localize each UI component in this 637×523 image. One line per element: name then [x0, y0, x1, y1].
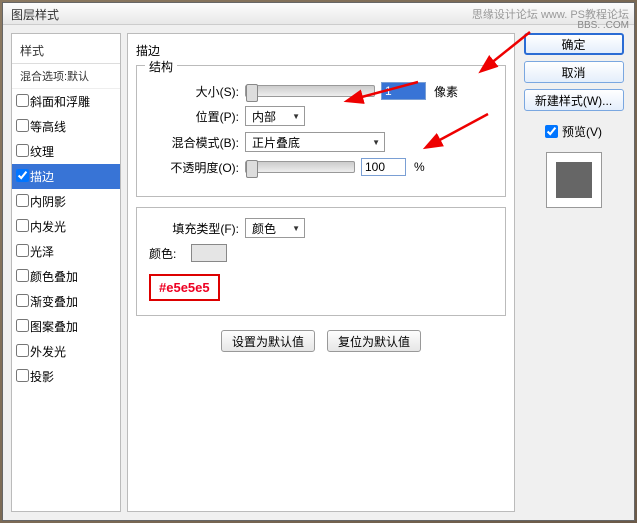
- style-item-9[interactable]: 图案叠加: [12, 314, 120, 339]
- ok-button[interactable]: 确定: [524, 33, 624, 55]
- style-item-4[interactable]: 内阴影: [12, 189, 120, 214]
- style-list-panel: 样式 混合选项:默认 斜面和浮雕等高线纹理描边内阴影内发光光泽颜色叠加渐变叠加图…: [11, 33, 121, 512]
- size-slider[interactable]: [245, 85, 375, 97]
- preview-label: 预览(V): [562, 123, 602, 140]
- style-checkbox-6[interactable]: [16, 244, 29, 257]
- style-checkbox-1[interactable]: [16, 119, 29, 132]
- style-checkbox-10[interactable]: [16, 344, 29, 357]
- dialog-buttons-panel: 确定 取消 新建样式(W)... 预览(V): [521, 33, 626, 512]
- watermark-text-2: BBS. .COM: [577, 20, 629, 31]
- style-checkbox-5[interactable]: [16, 219, 29, 232]
- style-label: 颜色叠加: [30, 270, 78, 284]
- style-checkbox-9[interactable]: [16, 319, 29, 332]
- style-item-10[interactable]: 外发光: [12, 339, 120, 364]
- style-item-11[interactable]: 投影: [12, 364, 120, 389]
- color-swatch[interactable]: [191, 244, 227, 262]
- style-label: 光泽: [30, 245, 54, 259]
- style-item-3[interactable]: 描边: [12, 164, 120, 189]
- fill-fieldset: 填充类型(F): 颜色 颜色: #e5e5e5: [136, 207, 506, 316]
- layer-style-dialog: 图层样式 样式 混合选项:默认 斜面和浮雕等高线纹理描边内阴影内发光光泽颜色叠加…: [2, 2, 635, 521]
- style-checkbox-3[interactable]: [16, 169, 29, 182]
- style-label: 斜面和浮雕: [30, 95, 90, 109]
- set-default-button[interactable]: 设置为默认值: [221, 330, 315, 352]
- style-label: 内阴影: [30, 195, 66, 209]
- opacity-slider[interactable]: [245, 161, 355, 173]
- style-checkbox-0[interactable]: [16, 94, 29, 107]
- blend-mode-select[interactable]: 正片叠底: [245, 132, 385, 152]
- opacity-unit: %: [414, 160, 425, 174]
- new-style-button[interactable]: 新建样式(W)...: [524, 89, 624, 111]
- fill-type-label: 填充类型(F):: [149, 220, 239, 237]
- style-item-2[interactable]: 纹理: [12, 139, 120, 164]
- position-select[interactable]: 内部: [245, 106, 305, 126]
- style-item-1[interactable]: 等高线: [12, 114, 120, 139]
- style-item-8[interactable]: 渐变叠加: [12, 289, 120, 314]
- opacity-label: 不透明度(O):: [149, 159, 239, 176]
- preview-checkbox-row[interactable]: 预览(V): [545, 123, 602, 140]
- blend-options-default[interactable]: 混合选项:默认: [12, 64, 120, 89]
- structure-legend: 结构: [145, 58, 177, 75]
- fill-type-select[interactable]: 颜色: [245, 218, 305, 238]
- reset-default-button[interactable]: 复位为默认值: [327, 330, 421, 352]
- cancel-button[interactable]: 取消: [524, 61, 624, 83]
- size-label: 大小(S):: [149, 83, 239, 100]
- opacity-input[interactable]: 100: [361, 158, 406, 176]
- style-label: 投影: [30, 370, 54, 384]
- size-input[interactable]: 1: [381, 82, 426, 100]
- style-list-header: 样式: [12, 38, 120, 64]
- style-checkbox-2[interactable]: [16, 144, 29, 157]
- preview-swatch: [556, 162, 592, 198]
- style-item-0[interactable]: 斜面和浮雕: [12, 89, 120, 114]
- style-label: 描边: [30, 170, 54, 184]
- style-label: 图案叠加: [30, 320, 78, 334]
- style-item-5[interactable]: 内发光: [12, 214, 120, 239]
- style-checkbox-4[interactable]: [16, 194, 29, 207]
- preview-checkbox[interactable]: [545, 125, 558, 138]
- style-label: 外发光: [30, 345, 66, 359]
- style-label: 渐变叠加: [30, 295, 78, 309]
- style-item-6[interactable]: 光泽: [12, 239, 120, 264]
- size-unit: 像素: [434, 83, 458, 100]
- style-checkbox-8[interactable]: [16, 294, 29, 307]
- color-label: 颜色:: [149, 245, 185, 262]
- preview-thumbnail: [546, 152, 602, 208]
- style-item-7[interactable]: 颜色叠加: [12, 264, 120, 289]
- style-label: 等高线: [30, 120, 66, 134]
- position-label: 位置(P):: [149, 108, 239, 125]
- style-checkbox-11[interactable]: [16, 369, 29, 382]
- blend-mode-label: 混合模式(B):: [149, 134, 239, 151]
- style-label: 纹理: [30, 145, 54, 159]
- structure-fieldset: 结构 大小(S): 1 像素 位置(P): 内部 混合模式(B): 正片叠底 不…: [136, 65, 506, 197]
- hex-annotation: #e5e5e5: [149, 274, 220, 301]
- style-label: 内发光: [30, 220, 66, 234]
- style-checkbox-7[interactable]: [16, 269, 29, 282]
- stroke-panel: 描边 结构 大小(S): 1 像素 位置(P): 内部 混合模式(B): 正片叠…: [127, 33, 515, 512]
- panel-section-title: 描边: [136, 42, 506, 59]
